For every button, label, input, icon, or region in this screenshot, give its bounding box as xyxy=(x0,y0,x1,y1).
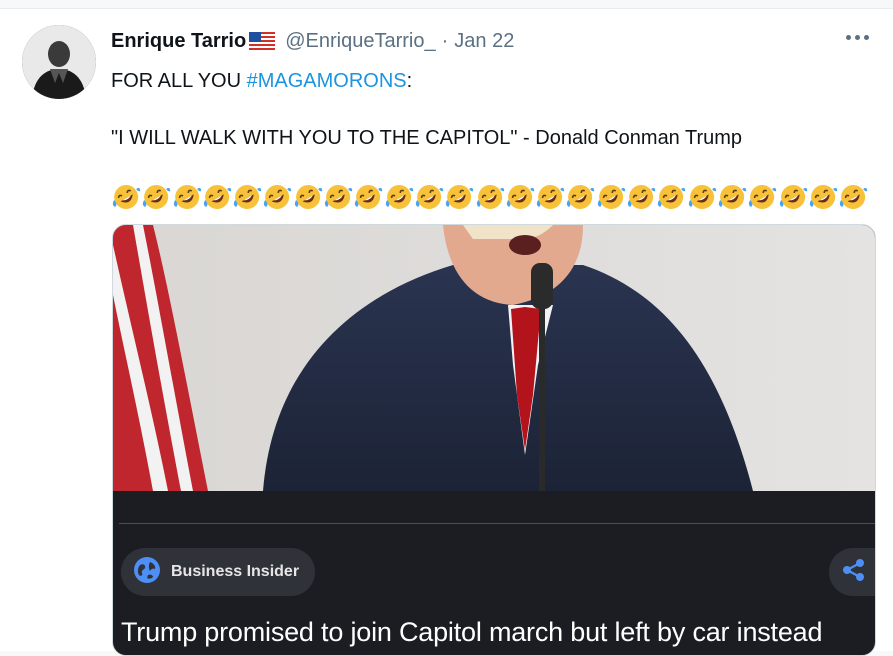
separator-dot: · xyxy=(441,29,449,52)
rolling-laughing-emoji-icon xyxy=(415,185,444,209)
rolling-laughing-emoji-icon xyxy=(173,185,201,209)
rolling-laughing-emoji-icon xyxy=(294,185,322,209)
source-label: Business Insider xyxy=(171,563,300,580)
rolling-laughing-emoji-icon xyxy=(809,185,837,209)
card-image xyxy=(113,225,875,491)
author-name[interactable]: Enrique Tarrio xyxy=(111,30,246,53)
globe-icon xyxy=(133,556,161,589)
tweet-header: Enrique Tarrio @EnriqueTarrio_ · Jan 22 xyxy=(111,29,514,53)
rolling-laughing-emoji-icon xyxy=(143,185,171,209)
tweet-date[interactable]: Jan 22 xyxy=(454,30,514,53)
hashtag-link[interactable]: #MAGAMORONS xyxy=(247,70,407,92)
tweet-text-line2: "I WILL WALK WITH YOU TO THE CAPITOL" - … xyxy=(111,127,743,149)
rolling-laughing-emoji-icon xyxy=(234,185,262,209)
rolling-laughing-emoji-icon xyxy=(597,185,625,209)
source-button[interactable]: Business Insider xyxy=(121,548,316,596)
rolling-laughing-emoji-icon xyxy=(537,185,565,209)
rolling-laughing-emoji-icon xyxy=(203,185,232,209)
link-card[interactable]: Business Insider Trump promised to join … xyxy=(112,224,876,656)
us-flag-icon xyxy=(249,32,276,50)
rolling-laughing-emoji-icon xyxy=(718,185,747,209)
rolling-laughing-emoji-icon xyxy=(355,185,383,209)
more-options-icon[interactable] xyxy=(846,35,872,45)
card-headline[interactable]: Trump promised to join Capitol march but… xyxy=(121,617,823,648)
emoji-row xyxy=(111,182,868,212)
rolling-laughing-emoji-icon xyxy=(324,185,353,209)
rolling-laughing-emoji-icon xyxy=(567,185,595,209)
rolling-laughing-emoji-icon xyxy=(112,185,141,209)
rolling-laughing-emoji-icon xyxy=(506,185,535,209)
share-icon xyxy=(841,557,867,588)
rolling-laughing-emoji-icon xyxy=(476,185,504,209)
rolling-laughing-emoji-icon xyxy=(779,185,807,209)
rolling-laughing-emoji-icon xyxy=(264,185,292,209)
rolling-laughing-emoji-icon xyxy=(658,185,686,209)
share-button[interactable] xyxy=(829,548,875,596)
rolling-laughing-emoji-icon xyxy=(627,185,656,209)
rolling-laughing-emoji-icon xyxy=(749,185,777,209)
rolling-laughing-emoji-icon xyxy=(385,185,413,209)
rolling-laughing-emoji-icon xyxy=(446,185,474,209)
tweet-text-prefix: FOR ALL YOU xyxy=(111,70,247,92)
tweet-text-suffix: : xyxy=(406,70,413,92)
author-handle[interactable]: @EnriqueTarrio_ xyxy=(285,30,435,53)
avatar[interactable] xyxy=(22,25,96,99)
card-divider xyxy=(119,523,875,524)
tweet-text-line1: FOR ALL YOU #MAGAMORONS: xyxy=(111,70,412,93)
rolling-laughing-emoji-icon xyxy=(688,185,716,209)
rolling-laughing-emoji-icon xyxy=(839,185,868,209)
tweet[interactable]: Enrique Tarrio @EnriqueTarrio_ · Jan 22 … xyxy=(0,8,893,656)
